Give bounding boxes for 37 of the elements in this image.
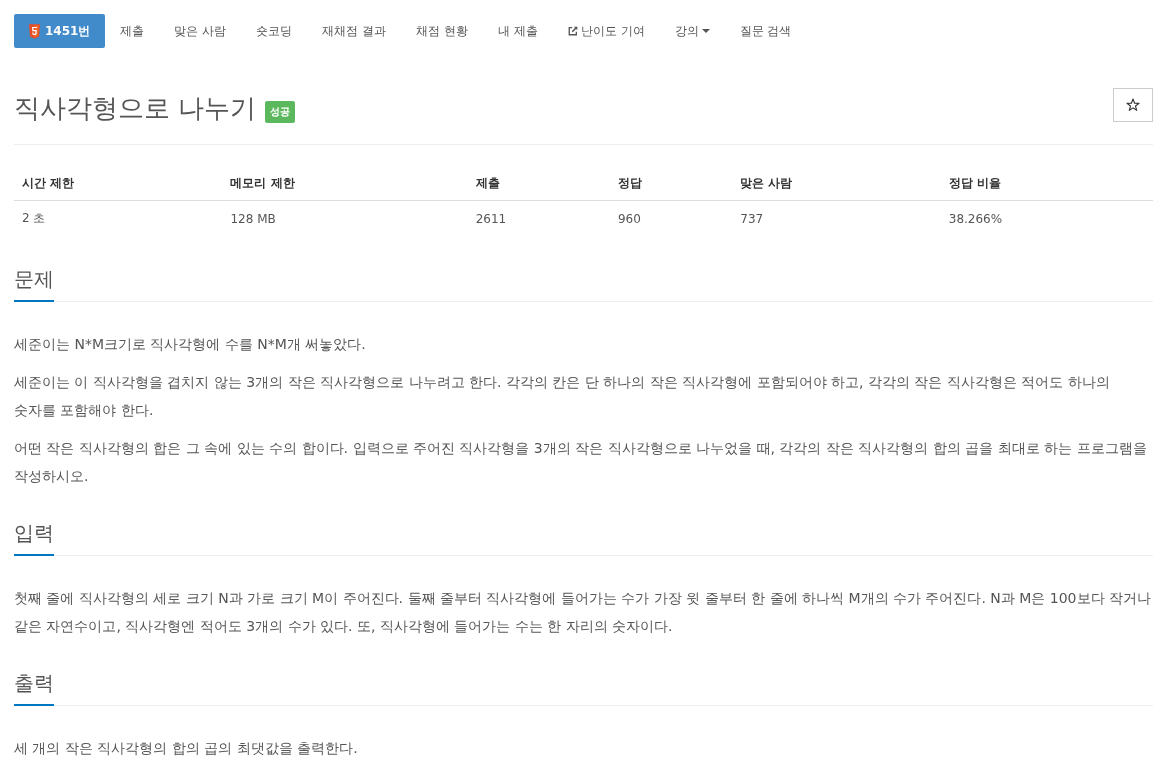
table-cell: 2611	[467, 200, 610, 236]
column-header: 메모리 제한	[222, 167, 468, 201]
nav-tab[interactable]: 숏코딩	[241, 14, 308, 48]
column-header: 맞은 사람	[732, 167, 941, 201]
nav-tab[interactable]: 맞은 사람	[159, 14, 242, 48]
paragraph: 세 개의 작은 직사각형의 합의 곱의 최댓값을 출력한다.	[14, 739, 359, 758]
table-cell: 2 초	[14, 200, 223, 236]
favorite-button[interactable]	[1113, 88, 1153, 122]
column-header: 시간 제한	[14, 167, 223, 201]
nav-tab[interactable]: 채점 현황	[401, 14, 483, 48]
section-heading: 입력	[14, 520, 54, 556]
nav-tab[interactable]: 난이도 기여	[552, 14, 660, 48]
paragraph: 세준이는 이 직사각형을 겹치지 않는 3개의 작은 직사각형으로 나누려고 한다. 각각의 칸은 단 하나의 작은 직사각형에 포함되어야 하고, 각각의 작은 직사각형은 적어도 하나의 숫자를 포함해야 한다.	[14, 373, 1111, 420]
caret-icon	[701, 29, 710, 33]
table-cell: 128 MB	[222, 200, 468, 236]
paragraph: 어떤 작은 직사각형의 합은 그 속에 있는 수의 합이다. 입력으로 주어진 직사각형을 3개의 작은 직사각형으로 나누었을 때, 각각의 작은 직사각형의 합의 곱을 최대로 하는 프로그램을 작성하시오.	[14, 439, 1148, 486]
nav-tab[interactable]: 제출	[105, 14, 160, 48]
problem-title: 직사각형으로 나누기	[14, 92, 257, 125]
nav-tab[interactable]: 강의	[659, 14, 725, 48]
column-header: 정답	[610, 167, 733, 201]
star-icon	[1126, 98, 1140, 112]
column-header: 정답 비율	[940, 167, 1153, 201]
section-heading: 출력	[14, 670, 54, 706]
paragraph: 세준이는 N*M크기로 직사각형에 수를 N*M개 써놓았다.	[14, 335, 367, 354]
status-label: 성공	[265, 101, 296, 123]
paragraph: 첫째 줄에 직사각형의 세로 크기 N과 가로 크기 M이 주어진다. 둘째 줄부터 직사각형에 들어가는 수가 가장 윗 줄부터 한 줄에 하나씩 M개의 수가 주어진다. N과 M은 100보다 작거나 같은 자연수이고, 직사각형엔 적어도 3개의 수가 있다. 또, 직사각형에 들어가는 수는 한 자리의 숫자이다.	[14, 589, 1152, 636]
column-header: 제출	[467, 167, 610, 201]
nav-tab[interactable]: 1451번	[14, 14, 106, 48]
table-cell: 737	[732, 200, 941, 236]
table-cell: 38.266%	[940, 200, 1153, 236]
external-link-icon	[567, 26, 578, 36]
section-heading: 문제	[14, 266, 54, 302]
table-cell: 960	[610, 200, 733, 236]
shield-icon	[29, 23, 40, 39]
nav-tab[interactable]: 질문 검색	[724, 14, 807, 48]
nav-tab[interactable]: 내 제출	[482, 14, 553, 48]
nav-tab[interactable]: 재채점 결과	[307, 14, 402, 48]
